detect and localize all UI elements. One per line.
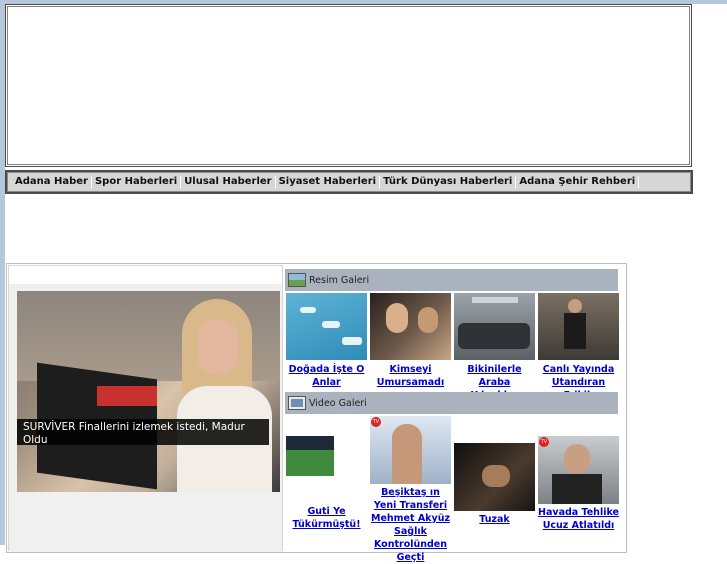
photo-thumb-3[interactable] (454, 293, 535, 360)
featured-image[interactable]: SURVİVER Finallerini izlemek istedi, Mad… (17, 291, 280, 492)
nav-link-spor-haberleri[interactable]: Spor Haberleri (92, 176, 182, 188)
video-gallery-header: Video Galeri (285, 392, 618, 414)
banner-frame (5, 4, 692, 167)
tv-badge-icon: TV (371, 417, 381, 427)
nav-link-adana-haber[interactable]: Adana Haber (12, 176, 92, 188)
tv-badge-icon: TV (539, 437, 549, 447)
video-thumb-2[interactable]: TV (370, 416, 451, 484)
video-thumb-3[interactable] (454, 443, 535, 511)
photo-gallery-title: Resim Galeri (309, 274, 370, 286)
video-link-4[interactable]: Havada Tehlike Ucuz Atlatıldı (538, 506, 619, 532)
video-icon (288, 396, 306, 410)
featured-caption[interactable]: SURVİVER Finallerini izlemek istedi, Mad… (17, 419, 269, 445)
gallery-panel: Resim Galeri Doğada İşte O Anlar Kimseyi… (285, 265, 624, 563)
photo-link-1[interactable]: Doğada İşte O Anlar (286, 363, 367, 389)
video-link-1[interactable]: Guti Ye Tükürmüştü! (286, 505, 367, 531)
video-thumb-1[interactable] (286, 436, 334, 476)
video-link-2[interactable]: Beşiktaş ın Yeni Transferi Mehmet Akyüz … (370, 486, 451, 564)
photo-thumb-1[interactable] (286, 293, 367, 360)
video-thumb-4[interactable]: TV (538, 436, 619, 504)
video-gallery-title: Video Galeri (309, 397, 367, 409)
banner-area (6, 5, 691, 166)
video-link-3[interactable]: Tuzak (454, 513, 535, 526)
photo-thumb-2[interactable] (370, 293, 451, 360)
photo-link-2[interactable]: Kimseyi Umursamadı (370, 363, 451, 389)
nav-link-adana-sehir-rehberi[interactable]: Adana Şehir Rehberi (516, 176, 640, 188)
photo-icon (288, 273, 306, 287)
nav-bar: Adana Haber Spor Haberleri Ulusal Haberl… (5, 170, 693, 194)
photo-thumb-4[interactable] (538, 293, 619, 360)
featured-panel: SURVİVER Finallerini izlemek istedi, Mad… (8, 265, 283, 552)
nav-bar-inner: Adana Haber Spor Haberleri Ulusal Haberl… (7, 172, 691, 192)
nav-link-ulusal-haberler[interactable]: Ulusal Haberler (181, 176, 276, 188)
nav-link-siyaset-haberleri[interactable]: Siyaset Haberleri (276, 176, 381, 188)
nav-link-turk-dunyasi-haberleri[interactable]: Türk Dünyası Haberleri (380, 176, 517, 188)
content-table: SURVİVER Finallerini izlemek istedi, Mad… (6, 263, 627, 563)
photo-gallery-header: Resim Galeri (285, 269, 618, 291)
